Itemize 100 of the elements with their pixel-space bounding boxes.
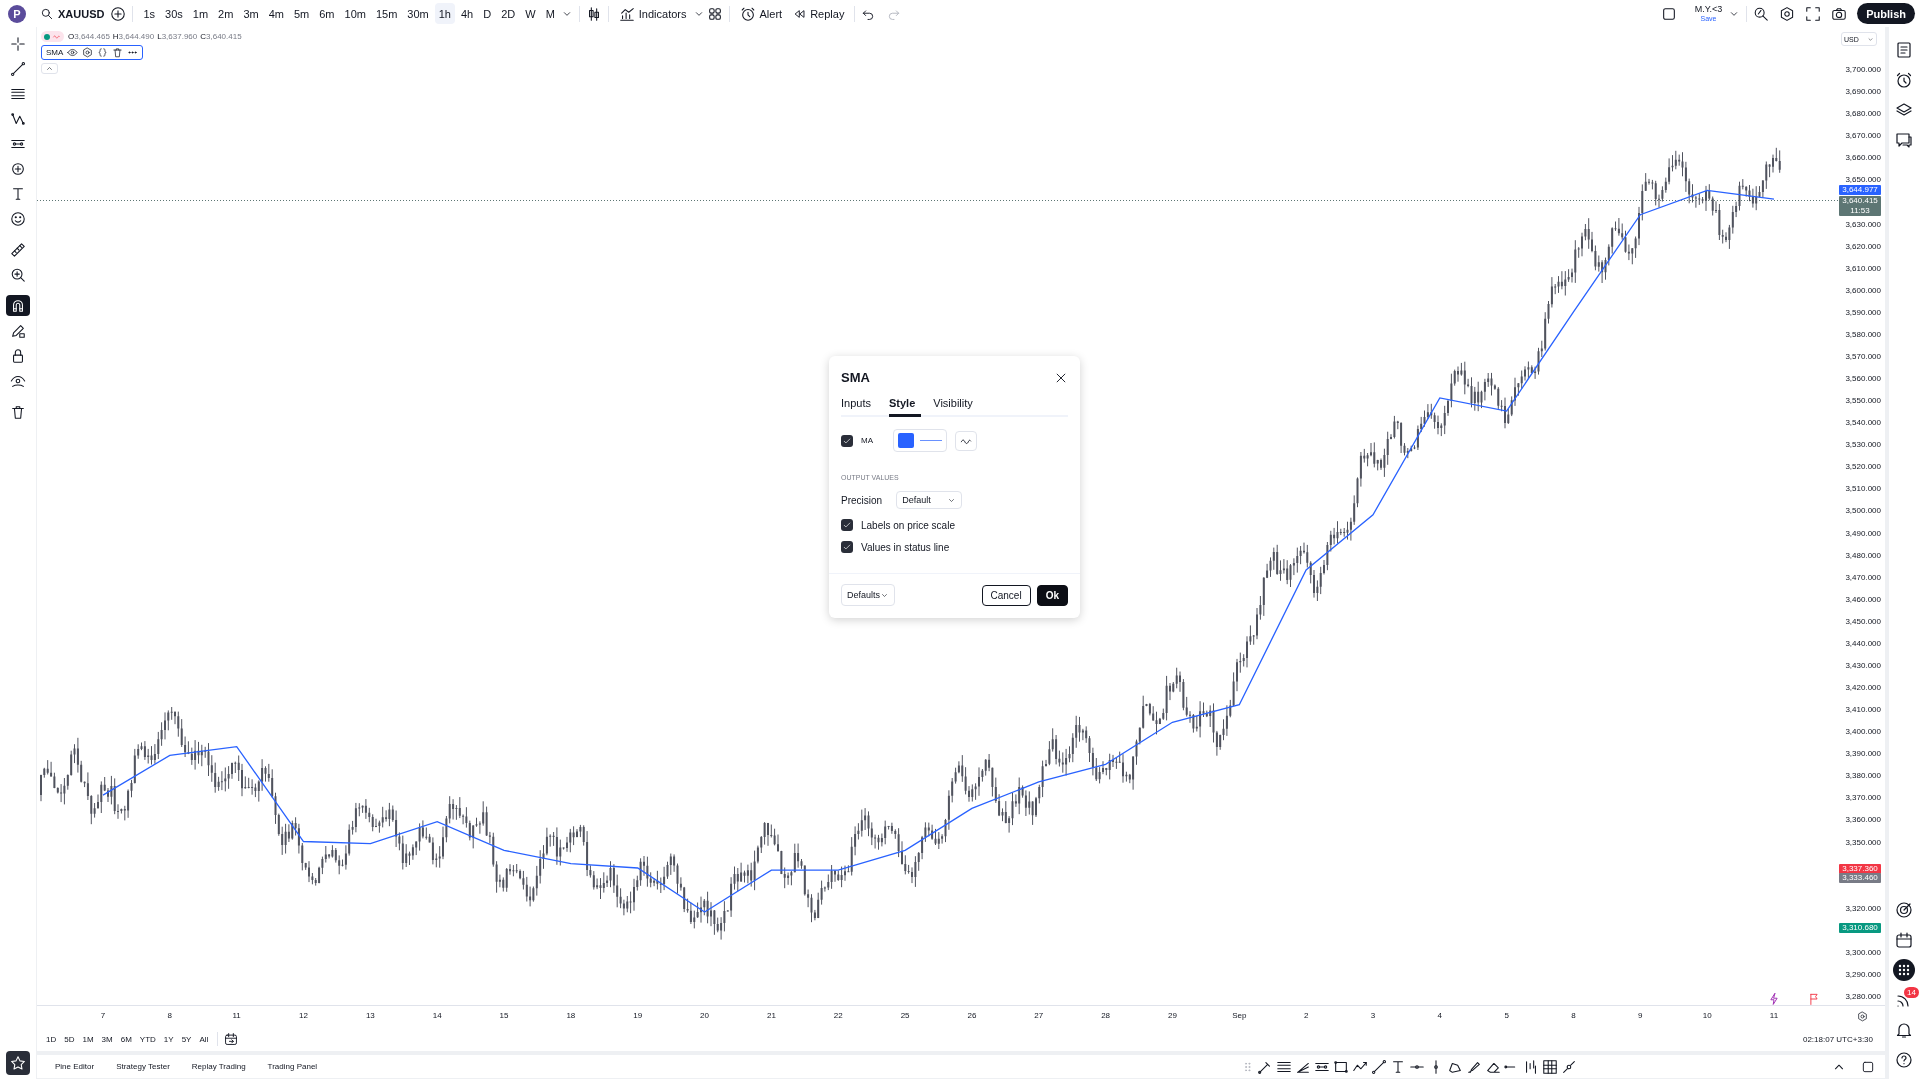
interval-button[interactable]: 30s	[161, 3, 187, 24]
notes-icon[interactable]	[1895, 41, 1913, 59]
calendar-arrow-icon[interactable]	[224, 1032, 239, 1046]
precision-label: Precision	[841, 494, 883, 506]
rectangle-icon[interactable]	[1333, 1058, 1349, 1075]
study-name[interactable]: SMA	[46, 48, 64, 57]
ruler-icon[interactable]	[10, 241, 26, 258]
camera-icon[interactable]	[1831, 5, 1848, 22]
apps-button[interactable]	[1893, 959, 1915, 981]
text-icon[interactable]	[10, 185, 26, 202]
interval-button[interactable]: W	[521, 3, 540, 24]
fullscreen-icon[interactable]	[1805, 5, 1822, 22]
defaults-dropdown[interactable]: Defaults	[841, 584, 895, 606]
lightning-icon[interactable]	[1767, 992, 1781, 1006]
interval-button[interactable]: 2D	[497, 3, 520, 24]
dialog-tab[interactable]: Inputs	[841, 393, 877, 417]
favorites-button[interactable]	[6, 1051, 30, 1075]
publish-button[interactable]: Publish	[1857, 3, 1915, 24]
cancel-button[interactable]: Cancel	[981, 584, 1031, 606]
interval-button[interactable]: 6m	[315, 3, 339, 24]
panel-tab[interactable]: Strategy Tester	[106, 1059, 180, 1074]
bell-icon[interactable]	[1895, 1021, 1913, 1039]
caret-icon	[1867, 35, 1874, 43]
zigzag-icon[interactable]	[10, 110, 26, 127]
lock-icon[interactable]	[10, 347, 26, 364]
range-button[interactable]: 5D	[61, 1032, 78, 1046]
trash-icon[interactable]	[112, 47, 124, 58]
bars-icon[interactable]	[1523, 1058, 1539, 1075]
collapse-button[interactable]	[41, 63, 58, 74]
status-badge[interactable]	[41, 31, 64, 42]
layout-name[interactable]: M.Y.<3	[1694, 4, 1723, 14]
replay-button[interactable]: Replay	[788, 3, 849, 24]
circle-plus-icon[interactable]	[10, 160, 26, 177]
ok-button[interactable]: Ok	[1036, 584, 1068, 606]
zoom-icon[interactable]	[1753, 5, 1770, 22]
smiley-icon[interactable]	[10, 210, 26, 227]
interval-button[interactable]: 30m	[403, 3, 433, 24]
panel-tab[interactable]: Replay Trading	[181, 1059, 256, 1074]
logo[interactable]: P	[8, 4, 26, 23]
chat-icon[interactable]	[1895, 131, 1913, 149]
range-button[interactable]: 1M	[79, 1032, 97, 1046]
braces-icon[interactable]	[97, 47, 109, 58]
checkbox[interactable]	[841, 541, 853, 553]
panel-tab[interactable]: Pine Editor	[45, 1059, 105, 1074]
interval-button[interactable]: 1m	[188, 3, 213, 24]
interval-button[interactable]: 15m	[371, 3, 402, 24]
interval-button[interactable]: 5m	[289, 3, 314, 24]
interval-button[interactable]: 2m	[214, 3, 238, 24]
interval-button[interactable]: 1s	[139, 3, 160, 24]
price-label: 3,520.000	[1845, 461, 1881, 471]
dialog-tab[interactable]: Visibility	[933, 393, 979, 417]
range-button[interactable]: YTD	[136, 1032, 159, 1046]
panel-tab[interactable]: Trading Panel	[257, 1059, 328, 1074]
range-button[interactable]: 5Y	[178, 1032, 195, 1046]
segment-icon[interactable]	[1561, 1058, 1577, 1075]
dial-icon[interactable]	[1895, 901, 1913, 919]
range-button[interactable]: 3M	[98, 1032, 116, 1046]
interval-button[interactable]: 10m	[340, 3, 370, 24]
help-icon[interactable]	[1895, 1051, 1913, 1069]
price-label: 3,370.000	[1845, 792, 1881, 802]
alarm-clock-icon	[739, 5, 756, 22]
color-picker[interactable]	[893, 429, 947, 452]
pencil-lock-icon[interactable]	[10, 322, 26, 339]
plus-circle-icon[interactable]	[110, 5, 127, 22]
interval-button[interactable]: 4h	[457, 3, 478, 24]
interval-button[interactable]: 1h	[434, 3, 455, 24]
calendar-icon[interactable]	[1895, 931, 1913, 949]
range-button[interactable]: 6M	[117, 1032, 135, 1046]
square-icon[interactable]	[1861, 1059, 1875, 1074]
flag-icon[interactable]	[1807, 992, 1821, 1006]
text-icon[interactable]	[1390, 1058, 1406, 1075]
precision-dropdown[interactable]: Default	[896, 491, 963, 509]
magnet-button[interactable]	[6, 295, 30, 316]
zoom-in-icon[interactable]	[10, 266, 26, 283]
settings-icon[interactable]	[1779, 5, 1796, 22]
trend-line-icon[interactable]	[1371, 1058, 1387, 1075]
interval-button[interactable]: 4m	[264, 3, 288, 24]
plot-label: MA	[861, 436, 873, 445]
study-toolbar[interactable]: SMA	[41, 45, 144, 60]
date-label: 3	[1370, 1011, 1376, 1020]
interval-button[interactable]: D	[479, 3, 496, 24]
range-button[interactable]: All	[196, 1032, 212, 1046]
range-button[interactable]: 1D	[43, 1032, 60, 1046]
table-icon[interactable]	[1542, 1058, 1558, 1075]
price-label: 3,560.000	[1845, 373, 1881, 383]
symbol-search[interactable]: XAUUSD	[36, 3, 109, 24]
interval-button[interactable]: 3m	[239, 3, 263, 24]
indicators-button[interactable]: Indicators	[614, 3, 691, 24]
interval-button[interactable]: M	[541, 3, 559, 24]
trend-line-icon[interactable]	[10, 60, 26, 77]
grid-icon[interactable]	[706, 5, 723, 22]
range-button[interactable]: 1Y	[160, 1032, 177, 1046]
alert-button[interactable]: Alert	[735, 3, 787, 24]
alarm-clock-icon[interactable]	[1895, 71, 1913, 89]
crosshair-icon[interactable]	[10, 35, 26, 52]
dialog-tab[interactable]: Style	[888, 393, 922, 417]
trash-icon[interactable]	[10, 403, 26, 420]
checkbox[interactable]	[841, 519, 853, 531]
checkbox[interactable]	[841, 434, 853, 447]
square-icon[interactable]	[1660, 5, 1677, 22]
